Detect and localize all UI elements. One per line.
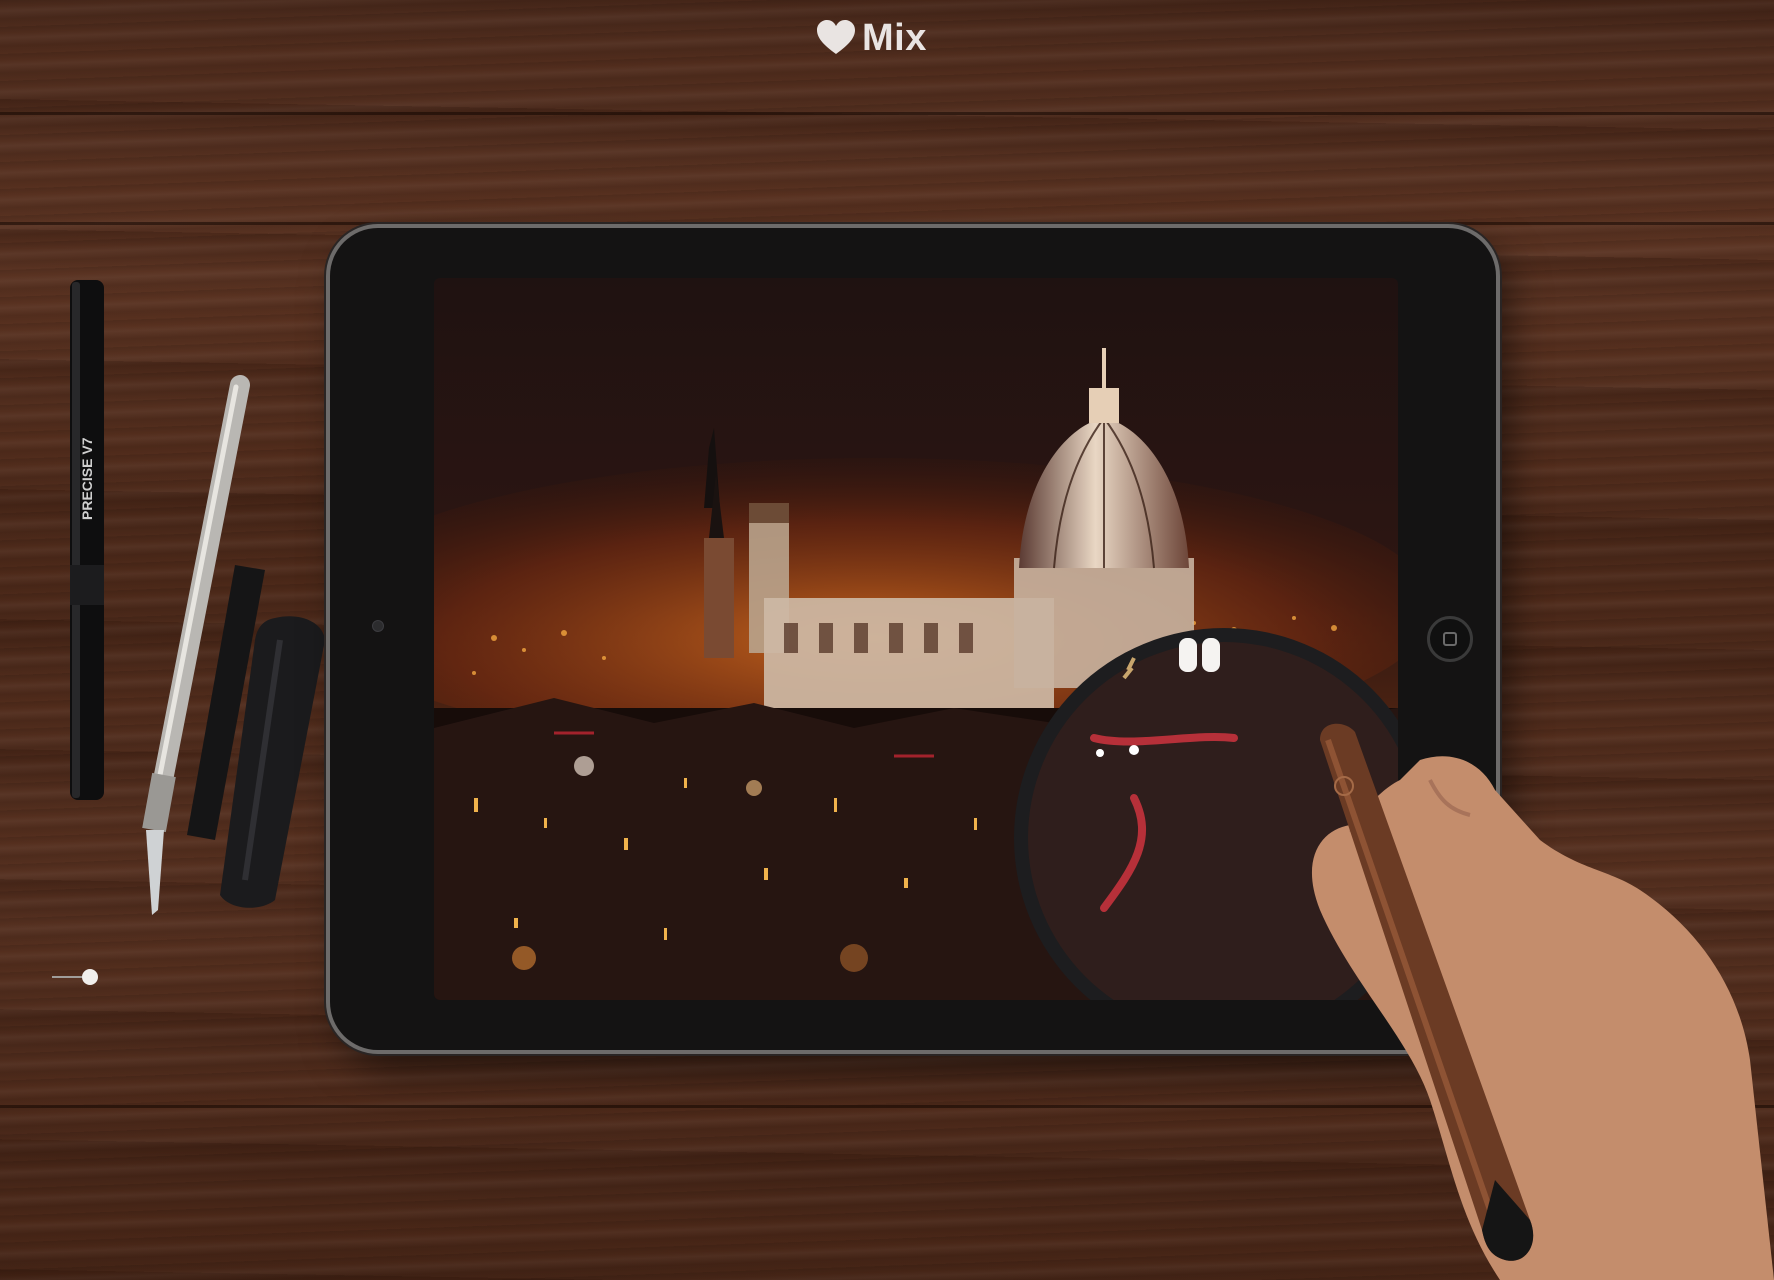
pen-imprint: PRECISE V7	[79, 437, 95, 520]
lantern	[1089, 388, 1119, 423]
plank-seam	[0, 222, 1774, 225]
tablet-screen[interactable]	[434, 278, 1398, 1000]
loupe-highlight	[1179, 638, 1197, 672]
painting-canvas[interactable]	[434, 278, 1398, 1000]
charcoal-block	[220, 616, 325, 908]
brand-name: Mix	[862, 16, 927, 59]
cathedral-nave	[764, 598, 1054, 708]
pushpin	[52, 969, 98, 985]
brand-logo: Mix	[816, 14, 927, 62]
marker-pen: PRECISE V7	[70, 280, 104, 800]
home-button[interactable]	[1427, 616, 1473, 662]
heart-icon	[817, 20, 855, 54]
plank-seam	[0, 112, 1774, 115]
front-camera	[372, 620, 384, 632]
stylus	[1320, 723, 1534, 1261]
